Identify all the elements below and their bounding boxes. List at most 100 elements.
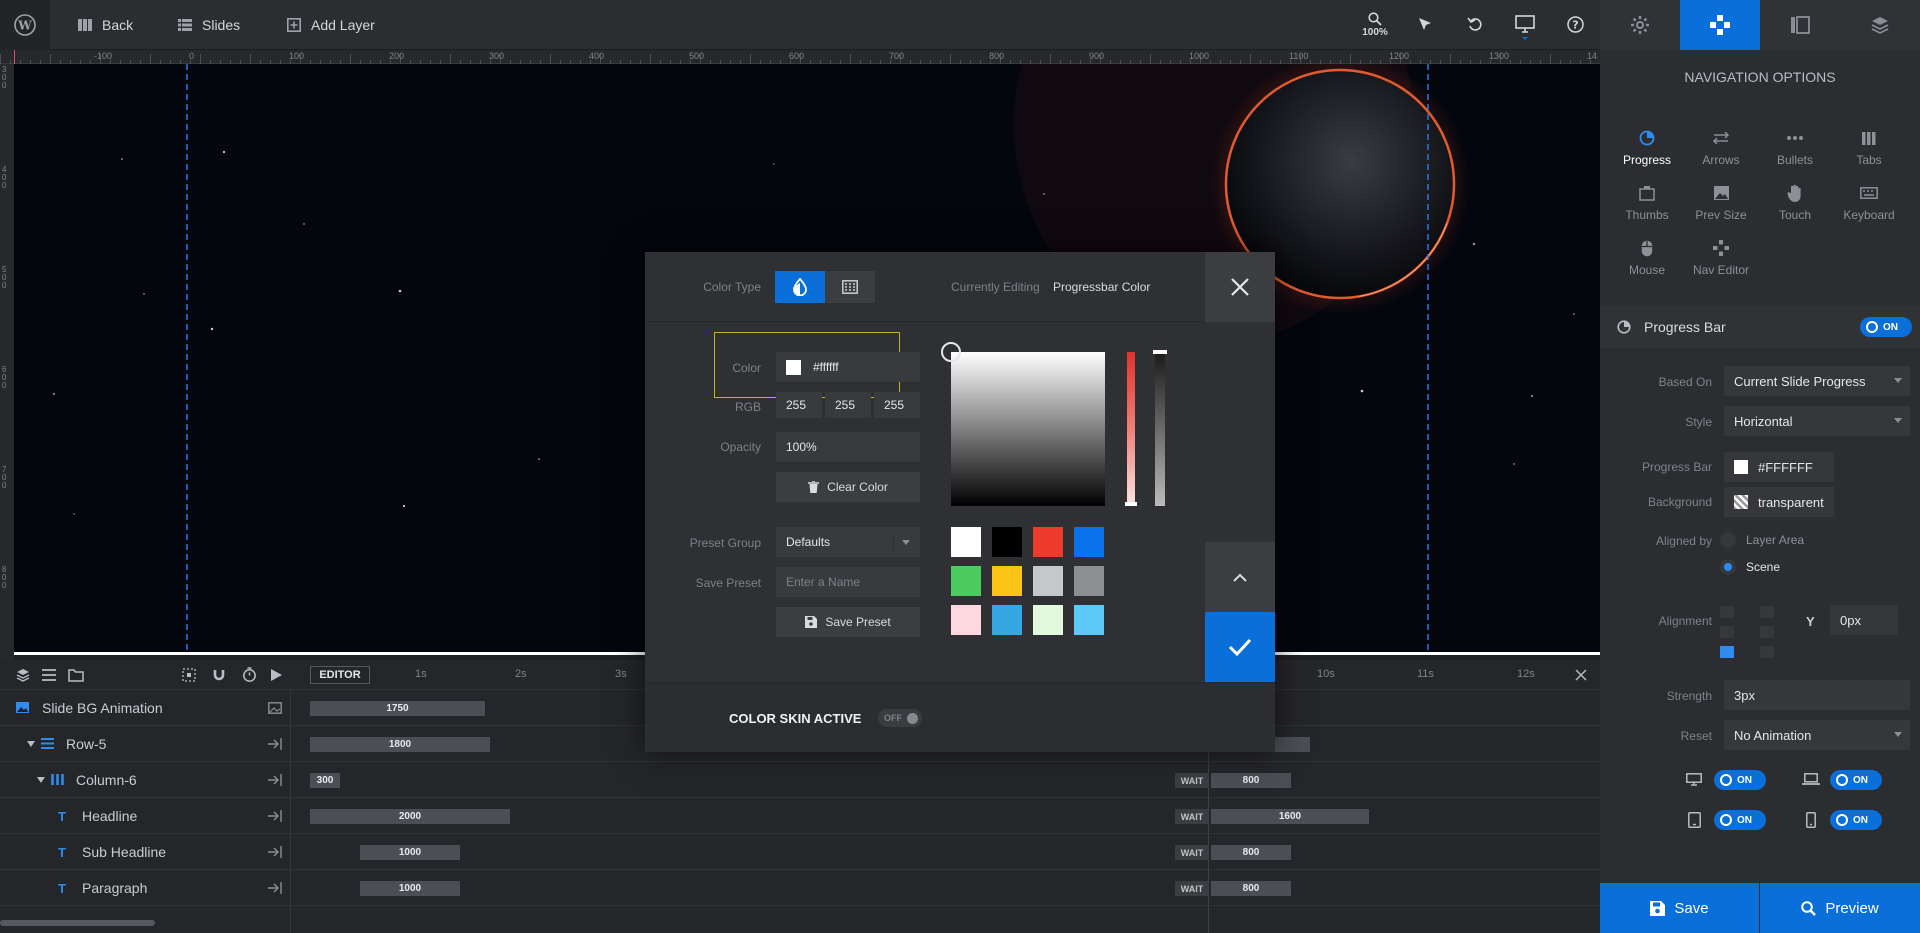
align-cell[interactable]: [1760, 626, 1774, 638]
preset-swatch[interactable]: [992, 566, 1022, 596]
timeline-bar-end[interactable]: 800: [1211, 881, 1291, 896]
picker-handle[interactable]: [941, 342, 961, 362]
nav-option-nav-editor[interactable]: Nav Editor: [1684, 237, 1758, 277]
alignment-grid[interactable]: [1720, 606, 1780, 662]
tab-slide-settings[interactable]: [1600, 0, 1680, 50]
select-area-icon[interactable]: [182, 668, 196, 682]
color-skin-toggle[interactable]: OFF: [878, 709, 922, 727]
opacity-slider[interactable]: [1153, 350, 1167, 506]
save-preset-button[interactable]: Save Preset: [776, 607, 920, 637]
caret-down-icon[interactable]: [27, 741, 35, 747]
mobile-toggle[interactable]: ON: [1830, 810, 1882, 830]
preset-group-select[interactable]: Defaults: [776, 527, 920, 557]
nav-option-touch[interactable]: Touch: [1758, 182, 1832, 222]
horizontal-scrollbar[interactable]: [0, 920, 155, 926]
preset-swatch[interactable]: [951, 605, 981, 635]
progress-bar-toggle[interactable]: ON: [1860, 317, 1912, 337]
reset-select[interactable]: No Animation: [1724, 720, 1910, 750]
solid-color-button[interactable]: [775, 271, 825, 303]
desktop-view-icon[interactable]: [1515, 15, 1535, 41]
preset-name-input[interactable]: Enter a Name: [776, 567, 920, 597]
add-layer-button[interactable]: Add Layer: [287, 0, 375, 50]
close-timeline-icon[interactable]: [1575, 669, 1587, 681]
row-end-icon[interactable]: [268, 738, 282, 750]
nav-option-prev-size[interactable]: Prev Size: [1684, 182, 1758, 222]
slides-button[interactable]: Slides: [178, 0, 240, 50]
blue-input[interactable]: 255: [874, 392, 920, 418]
hue-slider[interactable]: [1125, 352, 1137, 506]
caret-down-icon[interactable]: [37, 777, 45, 783]
red-input[interactable]: 255: [776, 392, 822, 418]
align-cell[interactable]: [1720, 606, 1734, 618]
based-on-select[interactable]: Current Slide Progress: [1724, 366, 1910, 396]
progress-bar-section-header[interactable]: Progress Bar ON: [1600, 306, 1920, 348]
desktop-toggle[interactable]: ON: [1714, 770, 1766, 790]
layers-icon[interactable]: [16, 668, 30, 682]
preset-swatch[interactable]: [1074, 566, 1104, 596]
timeline-bar[interactable]: 300: [310, 773, 340, 788]
menu-icon[interactable]: [42, 669, 56, 681]
preview-button[interactable]: Preview: [1760, 883, 1920, 933]
save-button[interactable]: Save: [1600, 883, 1759, 933]
align-cell[interactable]: [1720, 626, 1734, 638]
apply-color-button[interactable]: [1205, 612, 1275, 682]
preset-swatch[interactable]: [951, 566, 981, 596]
timeline-bar[interactable]: 1800: [310, 737, 490, 752]
stopwatch-icon[interactable]: [242, 667, 257, 682]
gallery-icon[interactable]: [268, 702, 282, 714]
back-button[interactable]: Back: [78, 0, 133, 50]
timeline-row[interactable]: T Headline 2000 WAIT 1600: [0, 798, 1600, 834]
y-offset-input[interactable]: 0px: [1830, 605, 1898, 635]
folder-icon[interactable]: [68, 668, 84, 682]
wordpress-logo-icon[interactable]: W: [0, 0, 50, 50]
clear-color-button[interactable]: Clear Color: [776, 472, 920, 502]
tablet-toggle[interactable]: ON: [1714, 810, 1766, 830]
opacity-input[interactable]: 100%: [776, 432, 920, 462]
timeline-bar[interactable]: 1750: [310, 701, 485, 716]
preset-swatch[interactable]: [992, 527, 1022, 557]
saturation-value-area[interactable]: [941, 342, 1105, 506]
timeline-bar[interactable]: 1000: [360, 845, 460, 860]
preset-swatch[interactable]: [1033, 527, 1063, 557]
preset-swatch[interactable]: [1074, 527, 1104, 557]
preset-swatch[interactable]: [992, 605, 1022, 635]
preset-swatch[interactable]: [1074, 605, 1104, 635]
select-cursor-icon[interactable]: [1417, 16, 1433, 32]
align-cell[interactable]: [1760, 606, 1774, 618]
preset-swatch[interactable]: [951, 527, 981, 557]
progress-bar-color-field[interactable]: #FFFFFF: [1724, 452, 1834, 482]
timeline-bar[interactable]: 1000: [360, 881, 460, 896]
editor-tab[interactable]: EDITOR: [310, 666, 370, 684]
gradient-button[interactable]: [825, 271, 875, 303]
tab-layout[interactable]: [1760, 0, 1840, 50]
background-color-field[interactable]: transparent: [1724, 487, 1834, 517]
tab-layers[interactable]: [1840, 0, 1920, 50]
timeline-bar-end[interactable]: 1600: [1211, 809, 1369, 824]
style-select[interactable]: Horizontal: [1724, 406, 1910, 436]
zoom-control[interactable]: 100%: [1360, 12, 1390, 38]
timeline-bar-end[interactable]: 800: [1211, 773, 1291, 788]
undo-icon[interactable]: [1467, 16, 1483, 32]
align-cell-active[interactable]: [1720, 646, 1734, 658]
row-end-icon[interactable]: [268, 774, 282, 786]
timeline-bar-end[interactable]: [1270, 737, 1310, 752]
nav-option-mouse[interactable]: Mouse: [1610, 237, 1684, 277]
nav-option-tabs[interactable]: Tabs: [1832, 127, 1906, 167]
nav-option-keyboard[interactable]: Keyboard: [1832, 182, 1906, 222]
laptop-toggle[interactable]: ON: [1830, 770, 1882, 790]
nav-option-progress[interactable]: Progress: [1610, 127, 1684, 167]
close-dialog-button[interactable]: [1205, 252, 1275, 322]
play-icon[interactable]: [271, 669, 282, 681]
timeline-row[interactable]: Column-6 300 WAIT 800: [0, 762, 1600, 798]
nav-option-arrows[interactable]: Arrows: [1684, 127, 1758, 167]
timeline-bar-end[interactable]: 800: [1211, 845, 1291, 860]
preset-swatch[interactable]: [1033, 605, 1063, 635]
row-end-icon[interactable]: [268, 882, 282, 894]
timeline-row[interactable]: T Paragraph 1000 WAIT 800: [0, 870, 1600, 906]
radio-scene[interactable]: Scene: [1720, 559, 1780, 575]
row-end-icon[interactable]: [268, 810, 282, 822]
color-hex-input[interactable]: #ffffff: [776, 352, 920, 382]
preset-swatch[interactable]: [1033, 566, 1063, 596]
collapse-button[interactable]: [1205, 542, 1275, 612]
nav-option-thumbs[interactable]: Thumbs: [1610, 182, 1684, 222]
